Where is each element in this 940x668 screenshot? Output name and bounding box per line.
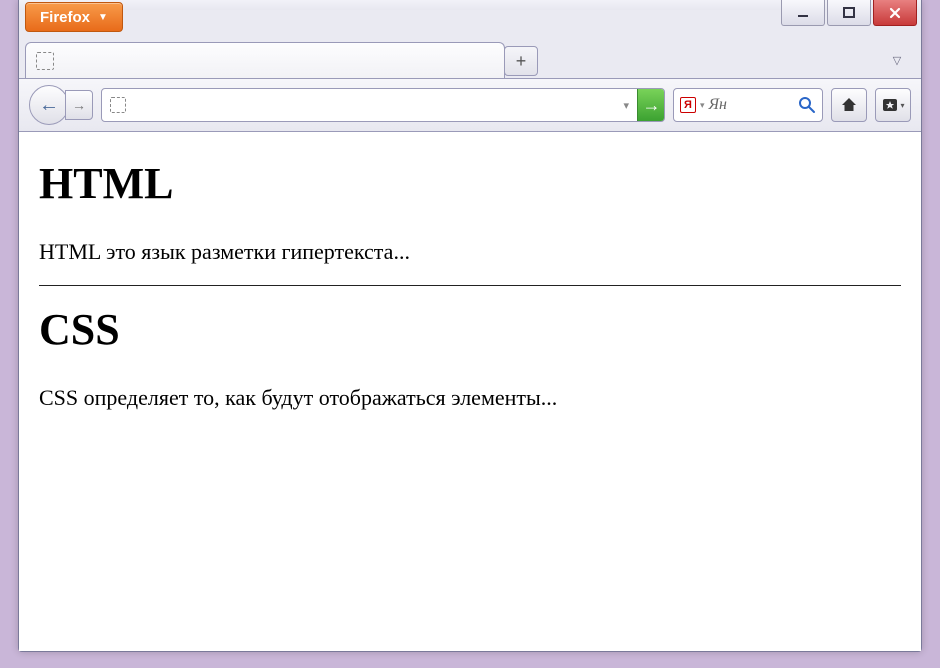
forward-button[interactable]: → <box>65 90 93 120</box>
search-engine-dropdown-icon[interactable]: ▾ <box>700 100 705 111</box>
search-bar[interactable]: Я ▾ Ян <box>673 88 823 122</box>
site-identity-icon <box>110 97 126 113</box>
firefox-menu-label: Firefox <box>40 9 90 26</box>
search-icon <box>798 96 816 114</box>
plus-icon: + <box>516 51 527 72</box>
arrow-right-icon: → <box>72 97 86 113</box>
search-engine-icon: Я <box>680 97 696 113</box>
minimize-button[interactable] <box>781 0 825 26</box>
tab-strip: + ▽ <box>25 38 915 78</box>
close-button[interactable] <box>873 0 917 26</box>
arrow-left-icon: ← <box>39 94 59 117</box>
paragraph-html: HTML это язык разметки гипертекста... <box>39 239 901 265</box>
search-placeholder: Ян <box>709 96 727 114</box>
nav-buttons: ← → <box>29 85 93 125</box>
tabstrip-overflow-button[interactable]: ▽ <box>885 50 909 70</box>
chevron-down-icon: ▾ <box>900 101 904 110</box>
browser-window: Firefox ▼ + ▽ ← → <box>18 0 922 652</box>
maximize-icon <box>843 7 855 19</box>
heading-css: CSS <box>39 304 901 355</box>
divider <box>39 285 901 286</box>
close-icon <box>888 6 902 20</box>
go-button[interactable]: → <box>637 88 665 122</box>
chevron-down-icon: ▼ <box>98 12 108 23</box>
home-icon <box>840 96 858 114</box>
page-content: HTML HTML это язык разметки гипертекста.… <box>19 132 921 651</box>
firefox-menu-button[interactable]: Firefox ▼ <box>25 2 123 32</box>
navigation-toolbar: ← → ▾ → Я ▾ Ян ▾ <box>19 78 921 132</box>
bookmarks-button[interactable]: ▾ <box>875 88 911 122</box>
url-bar[interactable]: ▾ → <box>101 88 665 122</box>
tab-active[interactable] <box>25 42 505 78</box>
bookmark-icon <box>881 96 899 114</box>
back-button[interactable]: ← <box>29 85 69 125</box>
heading-html: HTML <box>39 158 901 209</box>
new-tab-button[interactable]: + <box>504 46 538 76</box>
chevron-down-icon: ▽ <box>893 54 901 67</box>
window-controls <box>779 0 917 26</box>
minimize-icon <box>797 7 809 19</box>
page-icon <box>36 52 54 70</box>
urlbar-dropdown-icon[interactable]: ▾ <box>623 99 631 112</box>
maximize-button[interactable] <box>827 0 871 26</box>
arrow-right-icon: → <box>643 95 661 116</box>
home-button[interactable] <box>831 88 867 122</box>
paragraph-css: CSS определяет то, как будут отображатьс… <box>39 385 901 411</box>
